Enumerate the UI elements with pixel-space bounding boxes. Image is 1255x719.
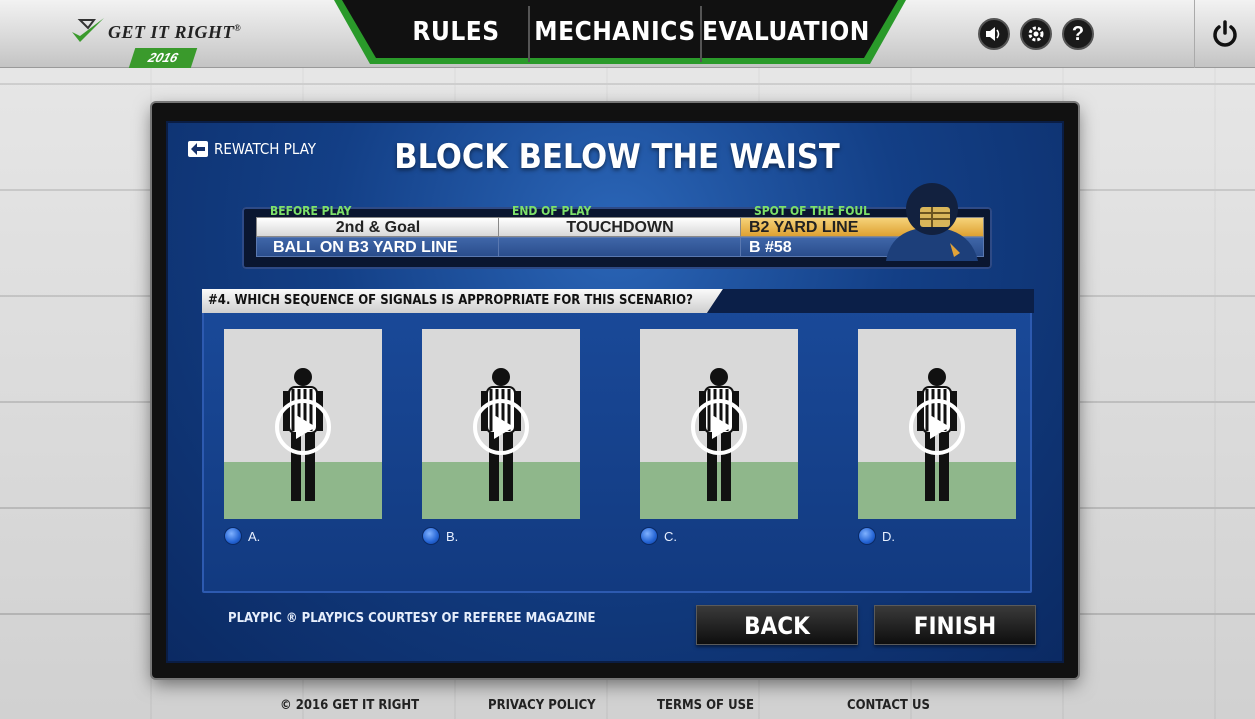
question-panel: #4. WHICH SEQUENCE OF SIGNALS IS APPROPR… — [202, 289, 1034, 593]
screen-frame: REWATCH PLAY BLOCK BELOW THE WAIST BEFOR… — [152, 103, 1078, 678]
option-d-video[interactable] — [858, 329, 1016, 519]
terms-of-use-link[interactable]: TERMS OF USE — [657, 698, 754, 713]
end-of-play-heading: END OF PLAY — [512, 204, 592, 218]
option-a-video[interactable] — [224, 329, 382, 519]
page-title: BLOCK BELOW THE WAIST — [394, 137, 840, 177]
spot-of-foul-heading: SPOT OF THE FOUL — [754, 204, 871, 218]
brand-name: GET IT RIGHT® — [108, 22, 242, 42]
option-d-radio[interactable]: D. — [858, 527, 895, 545]
logo[interactable]: GET IT RIGHT® 2016 — [70, 14, 270, 68]
contact-us-link[interactable]: CONTACT US — [847, 698, 930, 713]
privacy-policy-link[interactable]: PRIVACY POLICY — [488, 698, 596, 713]
option-a-label: A. — [248, 528, 261, 544]
question-text: #4. WHICH SEQUENCE OF SIGNALS IS APPROPR… — [202, 289, 723, 313]
main-nav: RULES MECHANICS EVALUATION — [334, 0, 906, 70]
photo-credit: PLAYPIC ® PLAYPICS COURTESY OF REFEREE M… — [228, 611, 596, 626]
option-b-radio[interactable]: B. — [422, 527, 458, 545]
screen: REWATCH PLAY BLOCK BELOW THE WAIST BEFOR… — [166, 121, 1064, 663]
help-icon[interactable]: ? — [1062, 18, 1094, 50]
radio-icon[interactable] — [858, 527, 876, 545]
radio-icon[interactable] — [422, 527, 440, 545]
option-a-radio[interactable]: A. — [224, 527, 260, 545]
tab-rules[interactable]: RULES — [384, 6, 528, 58]
play-icon[interactable] — [275, 399, 331, 455]
tab-mechanics[interactable]: MECHANICS — [530, 6, 700, 58]
radio-icon[interactable] — [224, 527, 242, 545]
power-icon[interactable] — [1194, 0, 1255, 68]
play-icon[interactable] — [691, 399, 747, 455]
option-c-label: C. — [664, 528, 677, 544]
copyright-text: © 2016 GET IT RIGHT — [280, 698, 420, 713]
end-of-play-panel: END OF PLAY TOUCHDOWN — [498, 204, 742, 257]
option-b-video[interactable] — [422, 329, 580, 519]
footer: © 2016 GET IT RIGHT PRIVACY POLICY TERMS… — [0, 690, 1255, 719]
check-logo-icon — [72, 18, 104, 42]
top-bar: GET IT RIGHT® 2016 RULES MECHANICS EVALU… — [0, 0, 1255, 68]
play-icon[interactable] — [909, 399, 965, 455]
finish-button[interactable]: FINISH — [874, 605, 1036, 645]
option-c-video[interactable] — [640, 329, 798, 519]
option-b-label: B. — [446, 528, 459, 544]
football-player-image — [886, 183, 978, 261]
play-result-detail — [498, 237, 742, 257]
question-bar: #4. WHICH SEQUENCE OF SIGNALS IS APPROPR… — [202, 289, 1034, 313]
back-button[interactable]: BACK — [696, 605, 858, 645]
before-play-panel: BEFORE PLAY 2nd & Goal BALL ON B3 YARD L… — [256, 204, 500, 257]
option-c-radio[interactable]: C. — [640, 527, 677, 545]
ball-position: BALL ON B3 YARD LINE — [256, 237, 500, 257]
play-icon[interactable] — [473, 399, 529, 455]
tab-evaluation[interactable]: EVALUATION — [702, 6, 869, 58]
before-play-heading: BEFORE PLAY — [270, 204, 352, 218]
radio-icon[interactable] — [640, 527, 658, 545]
play-result: TOUCHDOWN — [498, 217, 742, 237]
option-d-label: D. — [882, 528, 895, 544]
gear-icon[interactable] — [1020, 18, 1052, 50]
brand-year: 2016 — [128, 48, 198, 68]
down-and-distance: 2nd & Goal — [256, 217, 500, 237]
speaker-icon[interactable] — [978, 18, 1010, 50]
